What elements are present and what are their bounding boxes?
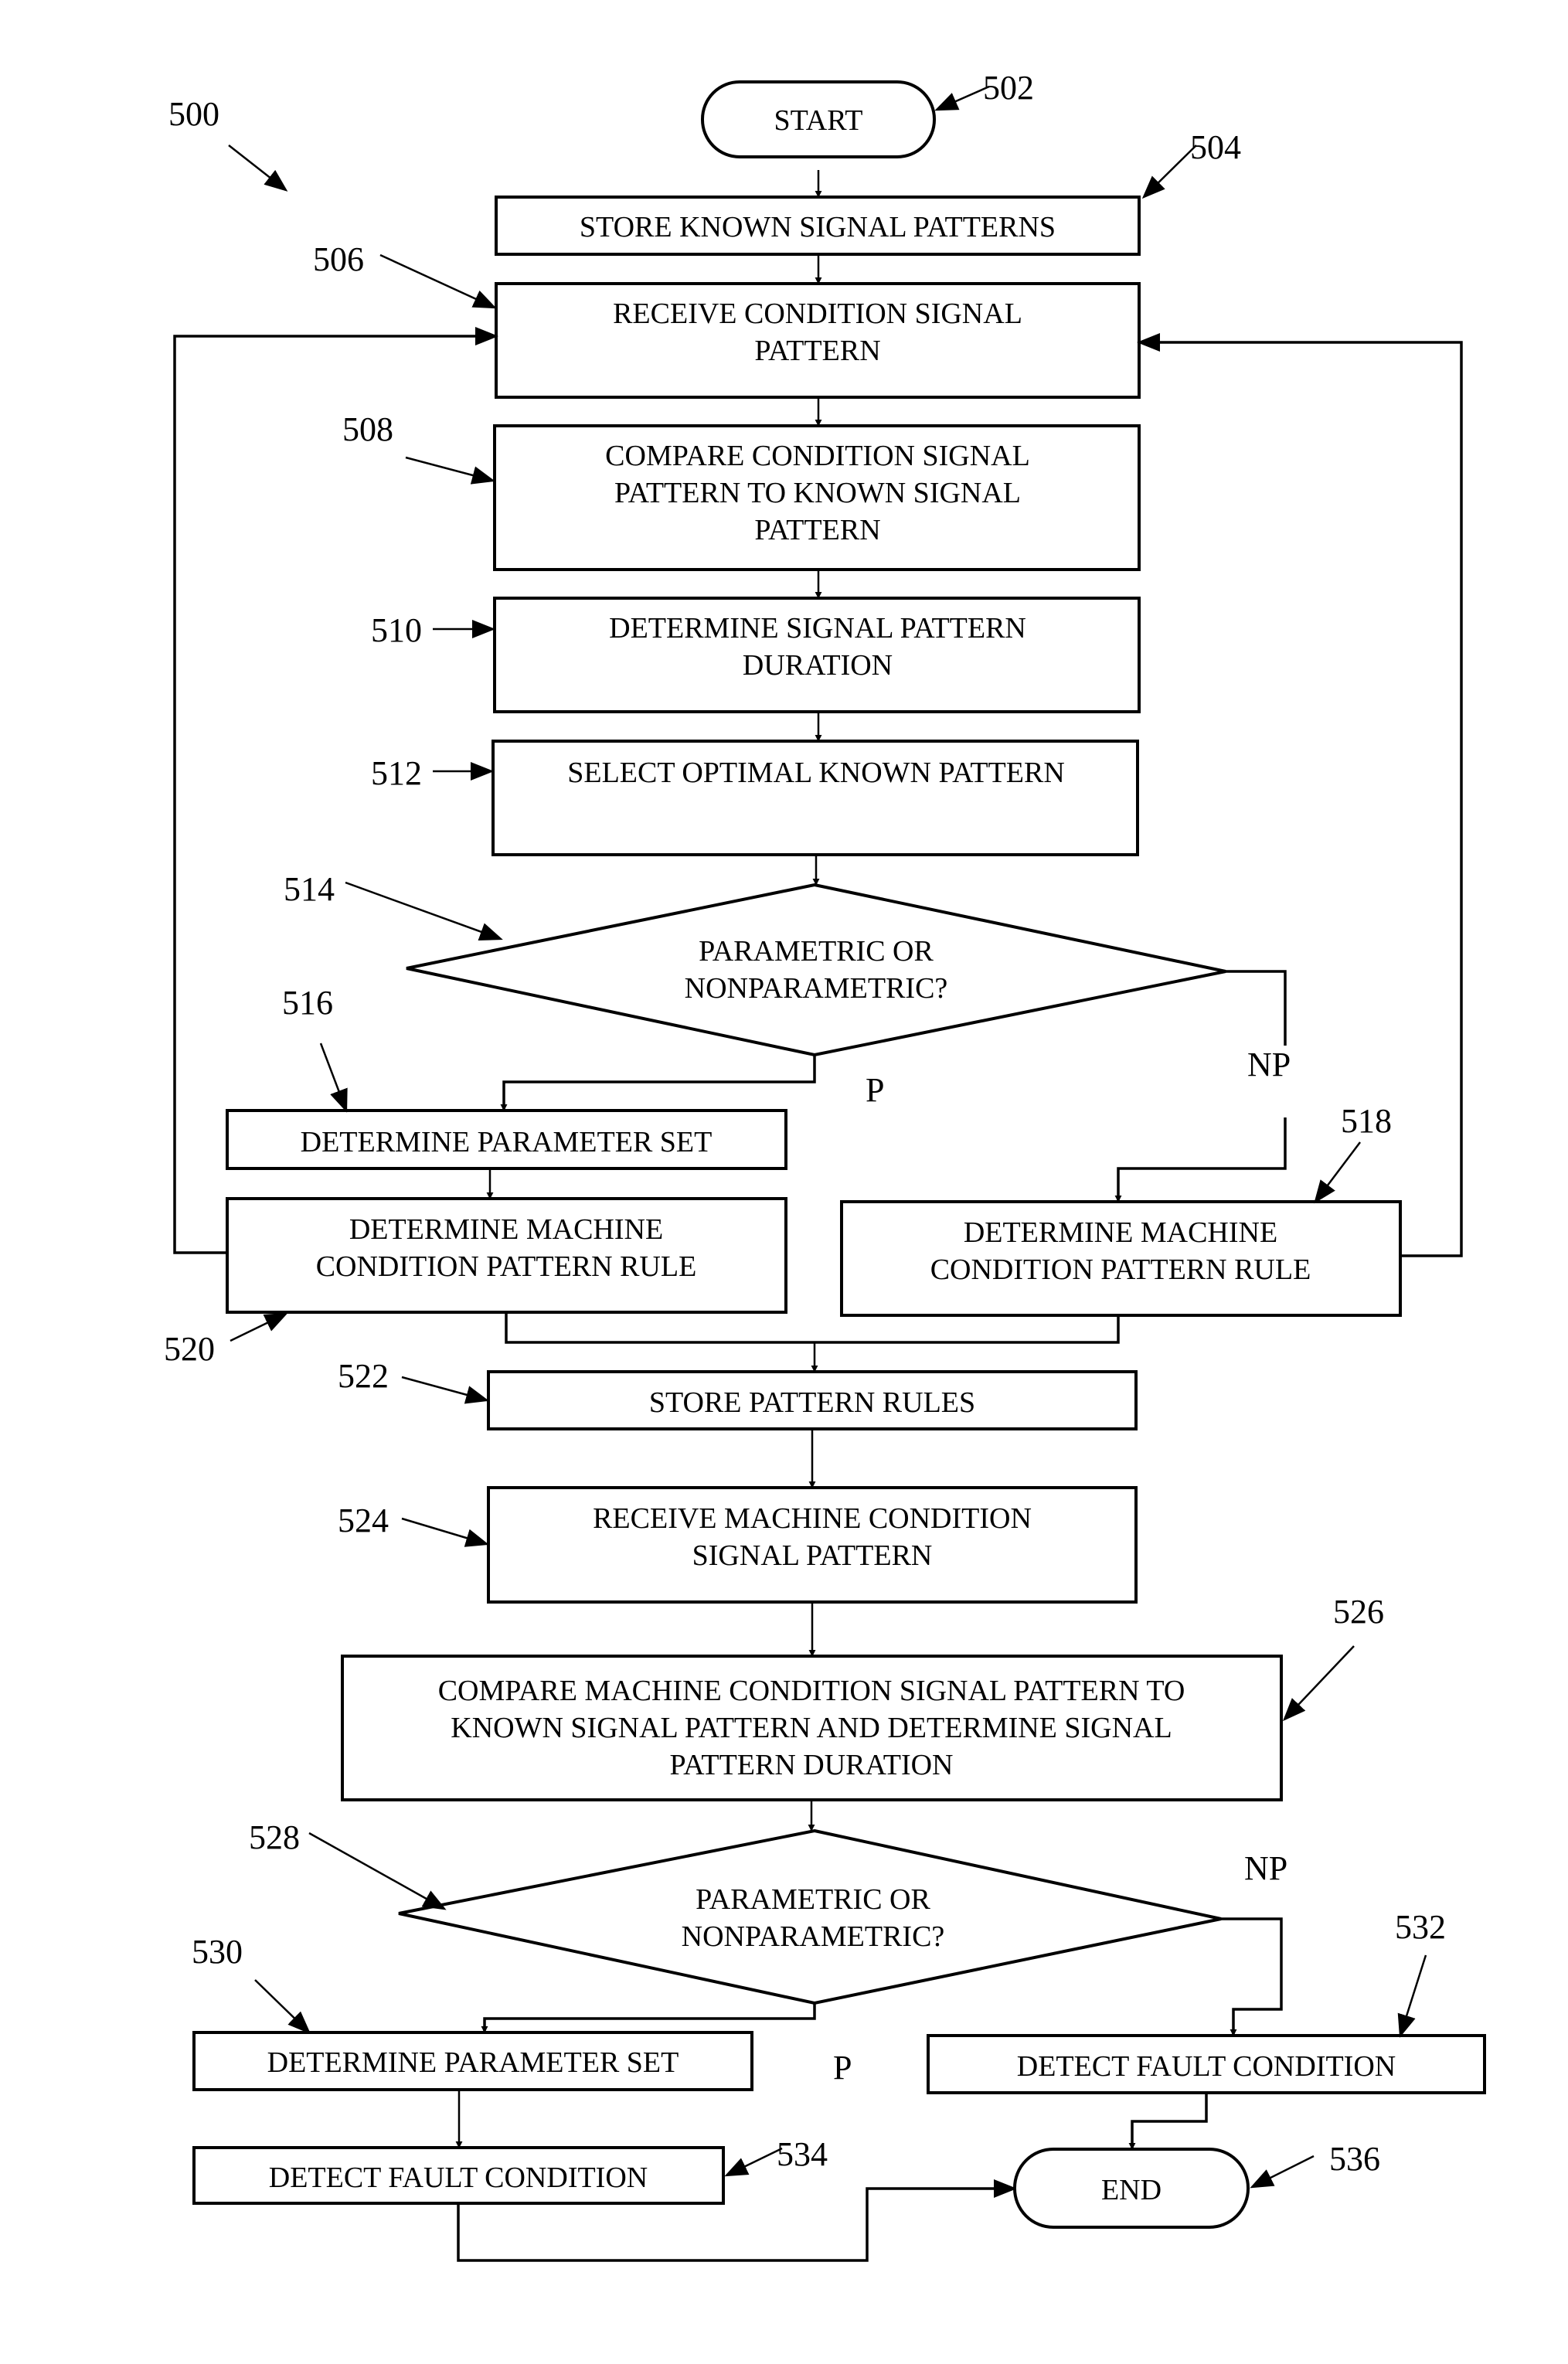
ref-508-arrow bbox=[405, 456, 495, 485]
ref-534-arrow bbox=[724, 2147, 783, 2177]
ref-522-arrow bbox=[401, 1376, 489, 1404]
step-508-text-1: COMPARE CONDITION SIGNAL bbox=[605, 440, 1030, 472]
step-524-text-1: RECEIVE MACHINE CONDITION bbox=[593, 1502, 1032, 1535]
ref-526-arrow bbox=[1282, 1645, 1355, 1722]
decision-528-text-1: PARAMETRIC OR bbox=[696, 1883, 930, 1916]
decision-514-text-1: PARAMETRIC OR bbox=[699, 935, 934, 968]
ref-522: 522 bbox=[338, 1357, 389, 1395]
ref-526: 526 bbox=[1333, 1593, 1384, 1631]
connector-514-p-516 bbox=[500, 1055, 816, 1111]
branch-label-528-p: P bbox=[833, 2049, 852, 2087]
ref-506-arrow bbox=[379, 253, 497, 309]
ref-502: 502 bbox=[983, 69, 1034, 107]
step-526-text-3: PATTERN DURATION bbox=[669, 1749, 953, 1781]
start-label: START bbox=[774, 104, 862, 137]
step-512-text: SELECT OPTIMAL KNOWN PATTERN bbox=[567, 757, 1065, 789]
ref-532-arrow bbox=[1397, 1954, 1427, 2038]
step-524-text-2: SIGNAL PATTERN bbox=[692, 1539, 933, 1572]
ref-516: 516 bbox=[282, 984, 333, 1022]
connector-528-np-532 bbox=[1221, 1917, 1283, 2036]
connector-528-p-530 bbox=[481, 2003, 816, 2033]
ref-516-arrow bbox=[319, 1043, 348, 1113]
ref-528-arrow bbox=[308, 1832, 447, 1910]
ref-524: 524 bbox=[338, 1502, 389, 1539]
ref-524-arrow bbox=[401, 1517, 489, 1547]
ref-506: 506 bbox=[313, 240, 364, 278]
ref-520: 520 bbox=[164, 1330, 215, 1368]
decision-514 bbox=[406, 883, 1226, 1057]
ref-500-arrow bbox=[228, 145, 288, 192]
ref-536: 536 bbox=[1329, 2140, 1380, 2178]
decision-528 bbox=[398, 1828, 1222, 2005]
ref-518-arrow bbox=[1314, 1141, 1361, 1204]
branch-label-528-np: NP bbox=[1244, 1849, 1287, 1887]
decision-514-text-2: NONPARAMETRIC? bbox=[685, 972, 948, 1005]
ref-530-arrow bbox=[254, 1979, 311, 2035]
ref-536-arrow bbox=[1250, 2155, 1315, 2189]
step-506-text-2: PATTERN bbox=[754, 335, 880, 367]
decision-528-text-2: NONPARAMETRIC? bbox=[682, 1920, 945, 1953]
figure-ref-500: 500 bbox=[168, 95, 219, 133]
ref-532: 532 bbox=[1395, 1908, 1446, 1946]
step-522-text: STORE PATTERN RULES bbox=[649, 1386, 975, 1419]
ref-528: 528 bbox=[249, 1818, 300, 1856]
ref-512: 512 bbox=[371, 754, 422, 792]
ref-504-arrow bbox=[1141, 145, 1197, 199]
step-532-text: DETECT FAULT CONDITION bbox=[1017, 2050, 1396, 2083]
ref-502-arrow bbox=[934, 85, 990, 111]
ref-514: 514 bbox=[284, 870, 335, 908]
ref-530: 530 bbox=[192, 1933, 243, 1971]
step-510-text-2: DURATION bbox=[743, 649, 893, 682]
ref-520-arrow bbox=[230, 1312, 288, 1342]
step-526-text-2: KNOWN SIGNAL PATTERN AND DETERMINE SIGNA… bbox=[451, 1712, 1172, 1744]
ref-504: 504 bbox=[1190, 128, 1241, 166]
ref-518: 518 bbox=[1341, 1102, 1392, 1140]
ref-510: 510 bbox=[371, 611, 422, 649]
ref-534: 534 bbox=[777, 2135, 828, 2173]
loop-518-to-506 bbox=[1137, 333, 1463, 1257]
connector-514-np-a bbox=[1226, 970, 1287, 1046]
step-520-text-2: CONDITION PATTERN RULE bbox=[316, 1250, 697, 1283]
branch-label-514-np: NP bbox=[1247, 1046, 1291, 1083]
connector-532-end bbox=[1128, 2093, 1208, 2150]
step-520-text-1: DETERMINE MACHINE bbox=[349, 1213, 663, 1246]
step-534-text: DETECT FAULT CONDITION bbox=[269, 2162, 648, 2194]
step-510-text-1: DETERMINE SIGNAL PATTERN bbox=[609, 612, 1026, 645]
step-508-text-3: PATTERN bbox=[754, 514, 880, 546]
ref-514-arrow bbox=[345, 881, 503, 941]
step-518-text-2: CONDITION PATTERN RULE bbox=[930, 1253, 1311, 1286]
branch-label-514-p: P bbox=[866, 1071, 884, 1109]
end-label: END bbox=[1101, 2174, 1162, 2206]
connector-514-np-518 bbox=[1114, 1117, 1287, 1202]
step-504-text: STORE KNOWN SIGNAL PATTERNS bbox=[580, 211, 1056, 243]
ref-508: 508 bbox=[342, 410, 393, 448]
step-530-text: DETERMINE PARAMETER SET bbox=[267, 2046, 679, 2079]
step-516-text: DETERMINE PARAMETER SET bbox=[301, 1126, 713, 1158]
step-526-text-1: COMPARE MACHINE CONDITION SIGNAL PATTERN… bbox=[438, 1675, 1185, 1707]
step-506-text-1: RECEIVE CONDITION SIGNAL bbox=[613, 298, 1022, 330]
flowchart-500: 500 START 502 STORE KNOWN SIGNAL PATTERN… bbox=[164, 69, 1486, 2262]
step-508-text-2: PATTERN TO KNOWN SIGNAL bbox=[614, 477, 1021, 509]
step-518-text-1: DETERMINE MACHINE bbox=[964, 1216, 1277, 1249]
